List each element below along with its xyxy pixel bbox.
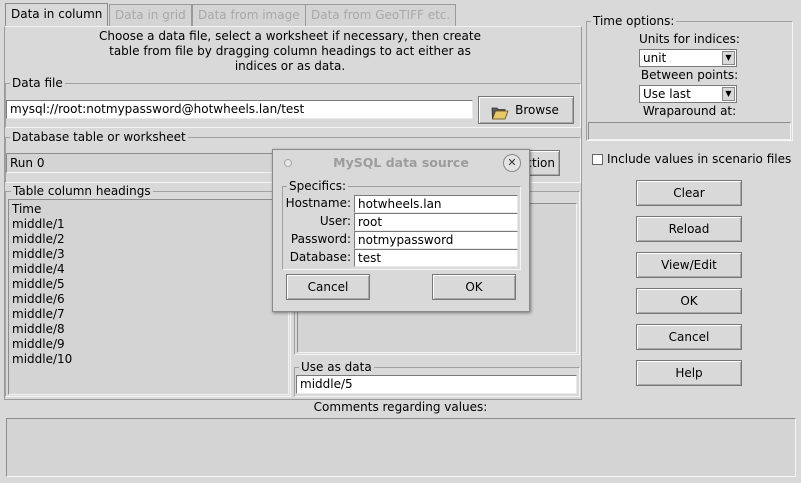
list-item[interactable]: middle/10 — [12, 352, 72, 367]
list-item[interactable]: middle/8 — [12, 322, 65, 337]
include-scenario-checkbox[interactable] — [592, 154, 603, 165]
list-item[interactable]: middle/3 — [12, 247, 65, 262]
hostname-field[interactable]: hotwheels.lan — [354, 195, 518, 213]
database-label: Database: — [289, 250, 351, 264]
tab-data-in-grid[interactable]: Data in grid — [109, 4, 192, 26]
between-points-label: Between points: — [640, 68, 739, 82]
tab-data-in-column[interactable]: Data in column — [5, 3, 109, 27]
wraparound-field[interactable] — [588, 122, 791, 140]
browse-label: Browse — [515, 103, 559, 117]
reload-button[interactable]: Reload — [636, 216, 742, 242]
list-item[interactable]: Time — [12, 202, 41, 217]
use-as-data-field[interactable]: middle/5 — [296, 375, 577, 394]
clear-button[interactable]: Clear — [636, 180, 742, 206]
use-as-data-legend: Use as data — [299, 360, 374, 374]
list-item[interactable]: middle/6 — [12, 292, 65, 307]
list-item[interactable]: middle/5 — [12, 277, 65, 292]
list-item[interactable]: middle/1 — [12, 217, 65, 232]
help-button[interactable]: Help — [636, 360, 742, 386]
instructions-text: Choose a data file, select a worksheet i… — [60, 29, 520, 74]
include-scenario-label: Include values in scenario files — [607, 152, 792, 166]
dialog-title: MySQL data source — [333, 155, 469, 170]
ok-button[interactable]: OK — [636, 288, 742, 314]
specifics-legend: Specifics: — [287, 179, 348, 193]
units-value: unit — [643, 51, 667, 65]
user-field[interactable]: root — [354, 213, 518, 231]
list-item[interactable]: middle/7 — [12, 307, 65, 322]
instructions-line-2: table from file by dragging column headi… — [109, 44, 471, 58]
table-column-headings-legend: Table column headings — [11, 184, 153, 198]
folder-open-icon — [491, 103, 509, 120]
chevron-down-icon[interactable]: ▼ — [722, 87, 735, 101]
database-table-select[interactable]: Run 0 — [6, 153, 274, 173]
units-label: Units for indices: — [639, 32, 740, 46]
between-points-select[interactable]: Use last ▼ — [639, 85, 737, 103]
instructions-line-1: Choose a data file, select a worksheet i… — [99, 29, 481, 43]
close-icon[interactable]: ✕ — [503, 154, 521, 172]
hostname-label: Hostname: — [285, 196, 351, 210]
between-points-value: Use last — [643, 87, 691, 101]
password-label: Password: — [290, 232, 351, 246]
password-field[interactable]: notmypassword — [354, 231, 518, 249]
chevron-down-icon[interactable]: ▼ — [722, 51, 735, 65]
dialog-ok-button[interactable]: OK — [432, 274, 516, 300]
wraparound-label: Wraparound at: — [642, 104, 737, 118]
tab-data-from-geotiff[interactable]: Data from GeoTIFF etc. — [305, 4, 457, 26]
comments-label: Comments regarding values: — [313, 400, 488, 414]
time-options-legend: Time options: — [591, 14, 677, 28]
instructions-line-3: indices or as data. — [234, 59, 346, 73]
data-file-input[interactable]: mysql://root:notmypassword@hotwheels.lan… — [6, 100, 473, 119]
browse-button[interactable]: Browse — [478, 96, 574, 124]
user-label: User: — [319, 214, 351, 228]
database-field[interactable]: test — [354, 249, 518, 267]
mysql-dialog: MySQL data source ✕ Specifics: Hostname:… — [272, 149, 530, 312]
data-file-legend: Data file — [10, 76, 65, 90]
list-item[interactable]: middle/2 — [12, 232, 65, 247]
comments-area[interactable] — [6, 418, 796, 477]
database-table-legend: Database table or worksheet — [10, 130, 188, 144]
cancel-button[interactable]: Cancel — [636, 324, 742, 350]
view-edit-button[interactable]: View/Edit — [636, 252, 742, 278]
column-headings-list[interactable]: Time middle/1 middle/2 middle/3 middle/4… — [8, 199, 289, 395]
list-item[interactable]: middle/4 — [12, 262, 65, 277]
tab-data-from-image[interactable]: Data from image — [192, 4, 306, 26]
list-item[interactable]: middle/9 — [12, 337, 65, 352]
units-select[interactable]: unit ▼ — [639, 49, 737, 67]
dialog-cancel-button[interactable]: Cancel — [286, 274, 370, 300]
